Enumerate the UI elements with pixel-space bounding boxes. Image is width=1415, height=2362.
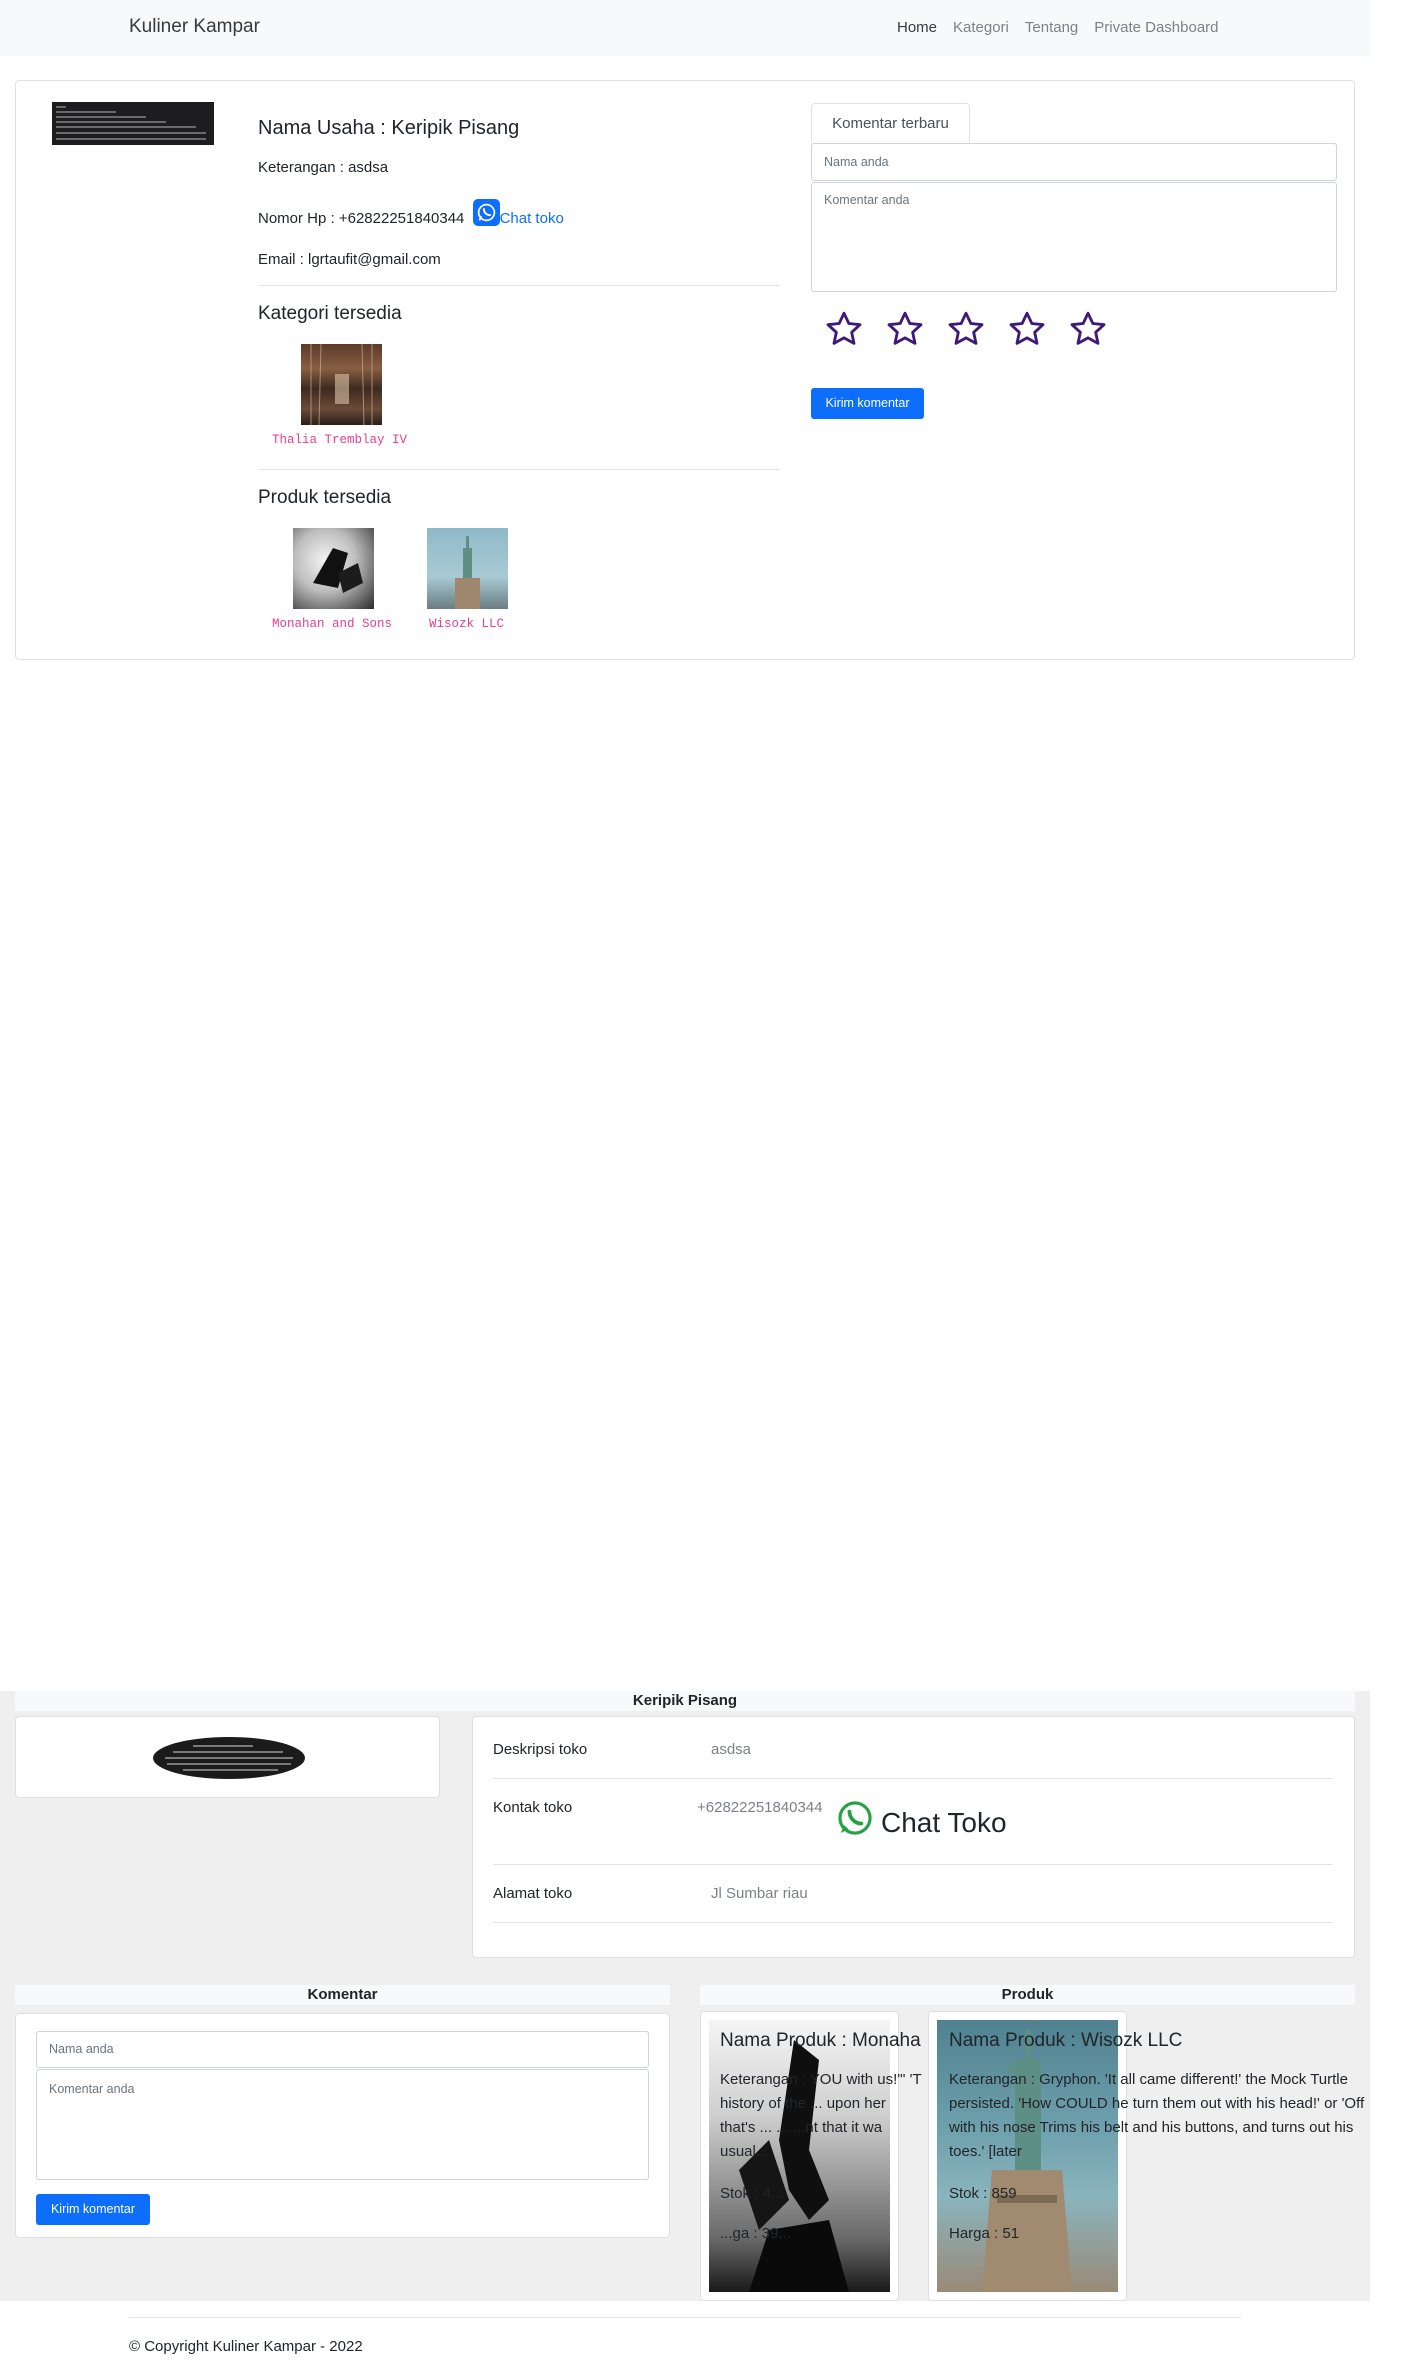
- detail-row-description: Deskripsi toko asdsa: [493, 1717, 1333, 1779]
- category-label[interactable]: Thalia Tremblay IV: [272, 433, 407, 447]
- star-icon[interactable]: [1007, 309, 1047, 354]
- product-description-line: that's ... ... ...nt that it wa: [720, 2119, 883, 2136]
- store-detail-header: Keripik Pisang: [15, 1691, 1355, 1711]
- comment-header: Komentar: [15, 1985, 670, 2005]
- chat-toko-link[interactable]: Chat toko: [500, 210, 564, 227]
- detail-value: asdsa: [711, 1741, 752, 1758]
- product-description-line: history of the ... upon her: [720, 2095, 886, 2112]
- store-phone-line: Nomor Hp : +62822251840344 Chat toko: [258, 199, 564, 227]
- product-stock: Stok : 4...: [720, 2185, 784, 2202]
- detail-row-contact: Kontak toko +62822251840344 Chat Toko: [493, 1779, 1333, 1865]
- product-price: ...ga : 39...: [720, 2225, 791, 2242]
- store-image: [52, 102, 214, 145]
- store-name: Nama Usaha : Keripik Pisang: [258, 117, 520, 139]
- name-input[interactable]: Nama anda: [811, 143, 1337, 181]
- divider: [258, 285, 780, 286]
- comment-textarea[interactable]: Komentar anda: [811, 182, 1337, 292]
- product-description-line: Keterangan : YOU with us!"' 'T: [720, 2071, 922, 2088]
- submit-comment-button[interactable]: Kirim komentar: [811, 388, 924, 419]
- store-detail-panel: Deskripsi toko asdsa Kontak toko +628222…: [472, 1716, 1355, 1958]
- star-icon[interactable]: [824, 309, 864, 354]
- products-header: Produk: [700, 1985, 1355, 2005]
- submit-comment-button[interactable]: Kirim komentar: [36, 2194, 150, 2225]
- detail-label: Kontak toko: [493, 1799, 573, 1816]
- nav-menu: Home Kategori Tentang Private Dashboard: [897, 19, 1219, 36]
- product-label[interactable]: Monahan and Sons: [272, 617, 392, 631]
- product-description-line: toes.' [later: [949, 2143, 1022, 2160]
- whatsapp-icon[interactable]: [472, 199, 500, 226]
- product-name: Nama Produk : Wisozk LLC: [949, 2030, 1183, 2051]
- star-icon[interactable]: [946, 309, 986, 354]
- comment-textarea[interactable]: Komentar anda: [36, 2069, 649, 2180]
- product-description-line: persisted. 'How COULD he turn them out w…: [949, 2095, 1365, 2112]
- rating-stars: [824, 309, 1108, 354]
- nav-item-kategori[interactable]: Kategori: [953, 19, 1009, 36]
- category-image[interactable]: [301, 343, 382, 426]
- nav-item-tentang[interactable]: Tentang: [1025, 19, 1078, 36]
- nav-item-private-dashboard[interactable]: Private Dashboard: [1094, 19, 1218, 36]
- product-name: Nama Produk : Monaha: [720, 2030, 921, 2051]
- product-label[interactable]: Wisozk LLC: [429, 617, 504, 631]
- store-email: Email : lgrtaufit@gmail.com: [258, 251, 441, 268]
- name-input[interactable]: Nama anda: [36, 2031, 649, 2068]
- products-title: Produk tersedia: [258, 487, 392, 508]
- footer-divider: [129, 2317, 1241, 2318]
- nav-item-home[interactable]: Home: [897, 19, 937, 36]
- navbar: Kuliner Kampar Home Kategori Tentang Pri…: [0, 0, 1370, 56]
- whatsapp-icon[interactable]: [836, 1799, 874, 1842]
- detail-value: Jl Sumbar riau: [711, 1885, 808, 1902]
- store-phone: Nomor Hp : +62822251840344: [258, 210, 465, 227]
- detail-value: +62822251840344: [697, 1799, 823, 1816]
- store-card: Nama Usaha : Keripik Pisang Keterangan :…: [15, 80, 1355, 660]
- brand-link[interactable]: Kuliner Kampar: [129, 16, 260, 38]
- product-stock: Stok : 859: [949, 2185, 1017, 2202]
- categories-title: Kategori tersedia: [258, 303, 402, 324]
- product-image[interactable]: [293, 528, 374, 609]
- star-icon[interactable]: [1068, 309, 1108, 354]
- star-icon[interactable]: [885, 309, 925, 354]
- product-description-line: Keterangan : Gryphon. 'It all came diffe…: [949, 2071, 1348, 2088]
- store-image-panel: [15, 1716, 440, 1798]
- chat-toko-button[interactable]: Chat Toko: [881, 1807, 1007, 1839]
- tab-komentar-terbaru[interactable]: Komentar terbaru: [811, 103, 970, 143]
- comment-panel: Nama anda Komentar anda Kirim komentar: [15, 2013, 670, 2238]
- detail-row-address: Alamat toko Jl Sumbar riau: [493, 1865, 1333, 1923]
- footer-copyright: © Copyright Kuliner Kampar - 2022: [129, 2338, 363, 2355]
- product-image[interactable]: [427, 528, 508, 609]
- detail-label: Deskripsi toko: [493, 1741, 588, 1758]
- store-image: [153, 1737, 305, 1779]
- divider: [258, 469, 780, 470]
- store-description: Keterangan : asdsa: [258, 159, 389, 176]
- detail-label: Alamat toko: [493, 1885, 573, 1902]
- product-description-line: usual...: [720, 2143, 769, 2160]
- product-description-line: with his nose Trims his belt and his but…: [949, 2119, 1354, 2136]
- product-price: Harga : 51: [949, 2225, 1020, 2242]
